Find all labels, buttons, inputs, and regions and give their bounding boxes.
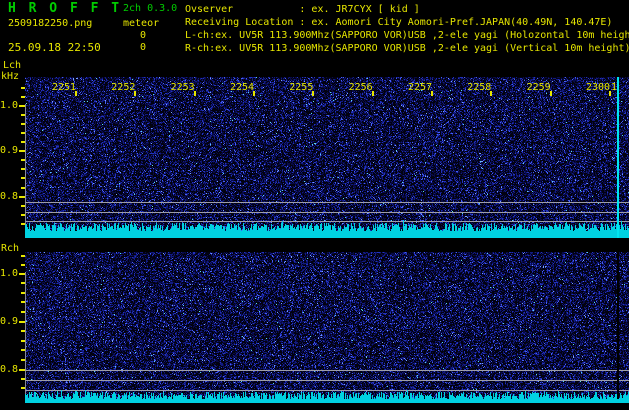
- rch-spectrogram: [25, 252, 629, 403]
- freq-minor-tick-icon: [21, 159, 25, 161]
- minute-tick-icon: [430, 91, 433, 96]
- freq-minor-tick-icon: [21, 114, 25, 116]
- time-label: 2259: [526, 82, 551, 93]
- minute-tick-icon: [312, 91, 315, 96]
- freq-minor-tick-icon: [21, 96, 25, 98]
- freq-tick-label: 0.9: [0, 316, 19, 327]
- freq-minor-tick-icon: [21, 132, 25, 134]
- freq-minor-tick-icon: [21, 255, 25, 257]
- freq-tick-label: 0.9: [0, 145, 19, 156]
- freq-minor-tick-icon: [21, 301, 25, 303]
- mode-label: meteor: [123, 18, 160, 29]
- freq-minor-tick-icon: [21, 168, 25, 170]
- freq-major-tick-icon: [19, 369, 25, 371]
- freq-minor-tick-icon: [21, 349, 25, 351]
- khz-unit-label: kHz: [1, 71, 20, 82]
- freq-major-tick-icon: [19, 321, 25, 323]
- freq-tick-label: 0.8: [0, 191, 19, 202]
- lch-rig-line: L-ch:ex. UV5R 113.900Mhz(SAPPORO VOR)USB…: [185, 30, 629, 41]
- time-label: 2257: [407, 82, 433, 93]
- freq-minor-tick-icon: [21, 205, 25, 207]
- minute-tick-icon: [252, 91, 255, 96]
- freq-minor-tick-icon: [21, 292, 25, 294]
- hrofft-window: H R O F F T 2ch 0.3.0 2509182250.png met…: [0, 0, 629, 410]
- rch-rig-line: R-ch:ex. UV5R 113.900Mhz(SAPPORO VOR)USB…: [185, 43, 629, 54]
- freq-tick-label: 0.8: [0, 364, 19, 375]
- freq-minor-tick-icon: [21, 214, 25, 216]
- minute-tick-icon: [490, 91, 493, 96]
- observer-line: Ovserver : ex. JR7CYX [ kid ]: [185, 4, 420, 15]
- time-label: 2300: [585, 82, 611, 93]
- lch-spectrogram: [25, 77, 629, 238]
- freq-minor-tick-icon: [21, 330, 25, 332]
- echo-count-bottom: 0: [140, 42, 147, 53]
- freq-minor-tick-icon: [21, 141, 25, 143]
- freq-major-tick-icon: [19, 150, 25, 152]
- freq-minor-tick-icon: [21, 177, 25, 179]
- app-version: 2ch 0.3.0: [123, 3, 178, 14]
- freq-minor-tick-icon: [21, 123, 25, 125]
- freq-minor-tick-icon: [21, 282, 25, 284]
- app-title: H R O F F T: [8, 1, 122, 16]
- time-label: 2251: [51, 82, 77, 93]
- echo-count-top: 0: [140, 30, 147, 41]
- freq-minor-tick-icon: [21, 359, 25, 361]
- time-label: 2255: [289, 82, 314, 93]
- freq-major-tick-icon: [19, 273, 25, 275]
- time-label: 2254: [229, 82, 255, 93]
- freq-minor-tick-icon: [21, 187, 25, 189]
- minute-tick-icon: [193, 91, 196, 96]
- freq-minor-tick-icon: [21, 387, 25, 389]
- time-label: 2252: [111, 82, 136, 93]
- datetime-label: 25.09.18 22:50: [8, 41, 101, 54]
- time-label: 2256: [348, 82, 373, 93]
- freq-minor-tick-icon: [21, 311, 25, 313]
- minute-tick-icon: [134, 91, 137, 96]
- freq-major-tick-icon: [19, 105, 25, 107]
- station-info: Ovserver : ex. JR7CYX [ kid ] Receiving …: [185, 3, 629, 55]
- time-label: 2258: [467, 82, 492, 93]
- rch-label: Rch: [1, 243, 20, 254]
- freq-minor-tick-icon: [21, 264, 25, 266]
- freq-tick-label: 1.0: [0, 268, 19, 279]
- freq-minor-tick-icon: [21, 378, 25, 380]
- time-label: 2253: [170, 82, 195, 93]
- freq-minor-tick-icon: [21, 87, 25, 89]
- time-label-partial: 1: [610, 82, 618, 93]
- location-line: Receiving Location : ex. Aomori City Aom…: [185, 17, 613, 28]
- freq-minor-tick-icon: [21, 223, 25, 225]
- freq-major-tick-icon: [19, 196, 25, 198]
- freq-minor-tick-icon: [21, 340, 25, 342]
- freq-tick-label: 1.0: [0, 100, 19, 111]
- minute-tick-icon: [549, 91, 552, 96]
- minute-tick-icon: [75, 91, 77, 96]
- minute-tick-icon: [371, 91, 374, 96]
- output-filename: 2509182250.png: [8, 18, 93, 29]
